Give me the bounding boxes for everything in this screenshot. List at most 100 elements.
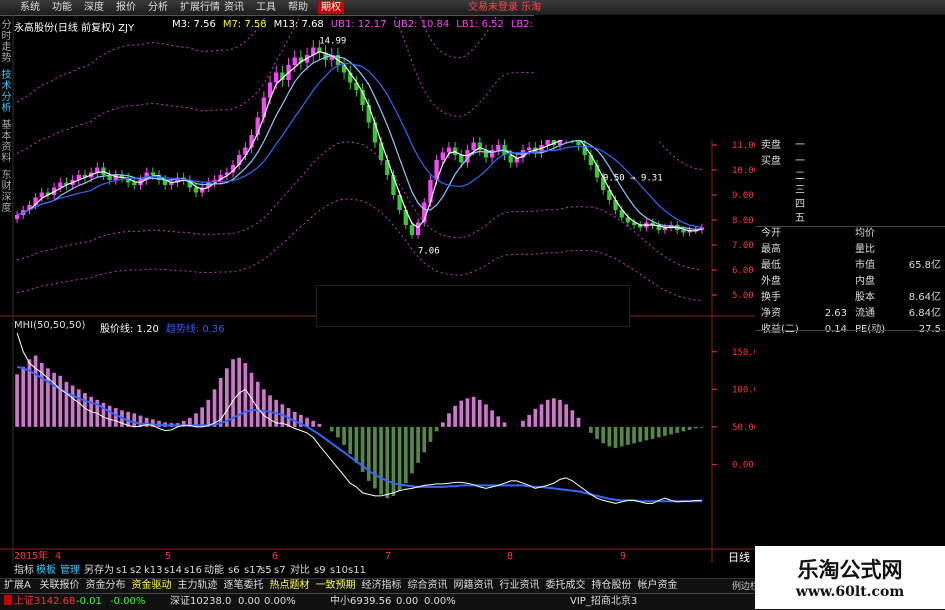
extension-tab[interactable]: 关联报价 xyxy=(40,579,80,592)
legend-item: 趋势线: 0.36 xyxy=(165,324,225,335)
stat-row: 最高 量比 xyxy=(755,243,945,256)
candle-body xyxy=(545,140,550,145)
extension-tab[interactable]: 扩展A xyxy=(4,579,31,592)
stat-l1: 外盘 xyxy=(761,276,781,287)
menu-help[interactable]: 帮助 xyxy=(288,1,308,14)
legend-item: 股价线: 1.20 xyxy=(100,324,159,335)
indicator-tab[interactable]: 模板 xyxy=(36,564,56,577)
login-status[interactable]: 交易未登录 乐淘 xyxy=(468,1,541,14)
sell-label: 卖盘 xyxy=(761,140,781,151)
watermark-logo: 乐淘公式网 www.60lt.com xyxy=(755,546,945,609)
stat-l1: 今开 xyxy=(761,228,781,239)
menu-depth[interactable]: 深度 xyxy=(84,1,104,14)
menu-system[interactable]: 系统 xyxy=(20,1,40,14)
indicator-tab[interactable]: s6 xyxy=(228,564,240,577)
extension-tab[interactable]: 持仓股份 xyxy=(592,579,632,592)
indicator-title: MHI(50,50,50) xyxy=(14,320,86,331)
candle-body xyxy=(471,142,476,150)
period-label[interactable]: 日线 xyxy=(728,549,750,565)
stat-v2: 65.8亿 xyxy=(908,260,941,271)
menu-news[interactable]: 资讯 xyxy=(224,1,244,14)
candle-body xyxy=(409,225,415,235)
candle-body xyxy=(132,182,137,185)
extension-tab[interactable]: 行业资讯 xyxy=(500,579,540,592)
extension-tab[interactable]: 热点题材 xyxy=(270,579,310,592)
price-annotation: 14.99 xyxy=(319,36,346,46)
menu-function[interactable]: 功能 xyxy=(52,1,72,14)
candle-body xyxy=(261,97,267,118)
candle-body xyxy=(508,155,513,163)
indicator-tab[interactable]: 管理 xyxy=(60,564,80,577)
month-label: 5 xyxy=(165,551,171,562)
indicator-tab[interactable]: k13 xyxy=(144,564,163,577)
legend-item: UB1: 12.17 xyxy=(330,19,387,30)
menu-extended-market[interactable]: 扩展行情 xyxy=(180,1,220,14)
indicator-tab[interactable]: 另存为 xyxy=(84,564,114,577)
indicator-tab[interactable]: s11 xyxy=(348,564,366,577)
extension-tab[interactable]: 主力轨迹 xyxy=(178,579,218,592)
month-label: 7 xyxy=(385,551,391,562)
candle-body xyxy=(681,230,686,233)
candle-body xyxy=(527,147,532,150)
year-label: 2015年 xyxy=(14,549,48,562)
buy-level-5: 五 xyxy=(795,213,805,224)
indicator-tab[interactable]: 指标 xyxy=(14,564,34,577)
buy-level-2: 二 xyxy=(795,171,805,182)
indicator-tab[interactable]: s1 xyxy=(116,564,128,577)
indicator-tab[interactable]: 动能 xyxy=(204,564,224,577)
candle-body xyxy=(428,180,433,203)
extension-tab[interactable]: 资金分布 xyxy=(86,579,126,592)
panel-divider-2 xyxy=(755,330,945,331)
extension-tab[interactable]: 逐笔委托 xyxy=(224,579,264,592)
indicator-tab[interactable]: s9 xyxy=(314,564,326,577)
stat-l2: 市值 xyxy=(855,260,875,271)
extension-tab[interactable]: 一致预期 xyxy=(316,579,356,592)
extension-tab[interactable]: 网籍资讯 xyxy=(454,579,494,592)
extension-tabs: 扩展A 关联报价 资金分布 资金驱动 主力轨迹 逐笔委托 热点题材 一致预期 经济指标 综合资讯网… xyxy=(0,578,760,593)
candle-body xyxy=(440,152,445,160)
stat-row: 换手 股本 8.64亿 xyxy=(755,291,945,304)
status-item: -0.01 xyxy=(76,596,102,607)
menu-options[interactable]: 期权 xyxy=(318,1,344,14)
extension-tab[interactable]: 资金驱动 xyxy=(132,579,172,592)
indicator-tab[interactable]: s14 xyxy=(164,564,182,577)
extension-tab[interactable]: 经济指标 xyxy=(362,579,402,592)
menu-tools[interactable]: 工具 xyxy=(256,1,276,14)
indicator-tab[interactable]: s10 xyxy=(330,564,348,577)
price-tick-label: 5.00 xyxy=(732,291,754,301)
month-label: 4 xyxy=(55,551,61,562)
menu-quote[interactable]: 报价 xyxy=(116,1,136,14)
stat-l1: 换手 xyxy=(761,292,781,303)
indicator-tab[interactable]: s16 xyxy=(184,564,202,577)
indicator-tab[interactable]: s7 xyxy=(274,564,286,577)
masked-region xyxy=(534,15,945,140)
indicator-tab[interactable]: 对比 xyxy=(290,564,310,577)
extension-tab[interactable]: 帐户资金 xyxy=(638,579,678,592)
legend-item: M7: 7.58 xyxy=(222,19,267,30)
indicator-tab[interactable]: s2 xyxy=(130,564,142,577)
extension-tab[interactable]: 综合资讯 xyxy=(408,579,448,592)
stat-l2: 流通 xyxy=(855,308,875,319)
legend-item: M3: 7.56 xyxy=(172,19,216,30)
status-item: 0.00 xyxy=(396,596,419,607)
indicator-tick-label: 150.00 xyxy=(732,348,755,358)
stat-row: 净资 2.63 流通 6.84亿 xyxy=(755,307,945,320)
candle-body xyxy=(366,105,371,123)
price-tick-label: 6.00 xyxy=(732,266,754,276)
extension-tab[interactable]: 委托成交 xyxy=(546,579,586,592)
indicator-tab[interactable]: s5 xyxy=(260,564,272,577)
indicator-tick-label: 100.00 xyxy=(732,385,755,395)
indicator-tabs: 指标 模板 管理 另存为 s1 s2 k13 s14 s16 动能 s6 s17 s5 s7 对比 s9 s10… xyxy=(0,564,755,577)
band-lb1 xyxy=(16,141,702,271)
price-tick-label: 8.00 xyxy=(732,216,754,226)
candle-body xyxy=(446,147,452,153)
price-tick-label: 10.00 xyxy=(732,166,755,176)
stat-l2: 量比 xyxy=(855,244,875,255)
candle-body xyxy=(150,172,155,175)
buy-label: 买盘 xyxy=(761,156,781,167)
stat-l1: 最高 xyxy=(761,244,781,255)
status-item: 中小6939.56 xyxy=(330,596,392,607)
candle-body xyxy=(489,150,495,158)
logo-url: www.60lt.com xyxy=(795,584,905,600)
menu-analysis[interactable]: 分析 xyxy=(148,1,168,14)
